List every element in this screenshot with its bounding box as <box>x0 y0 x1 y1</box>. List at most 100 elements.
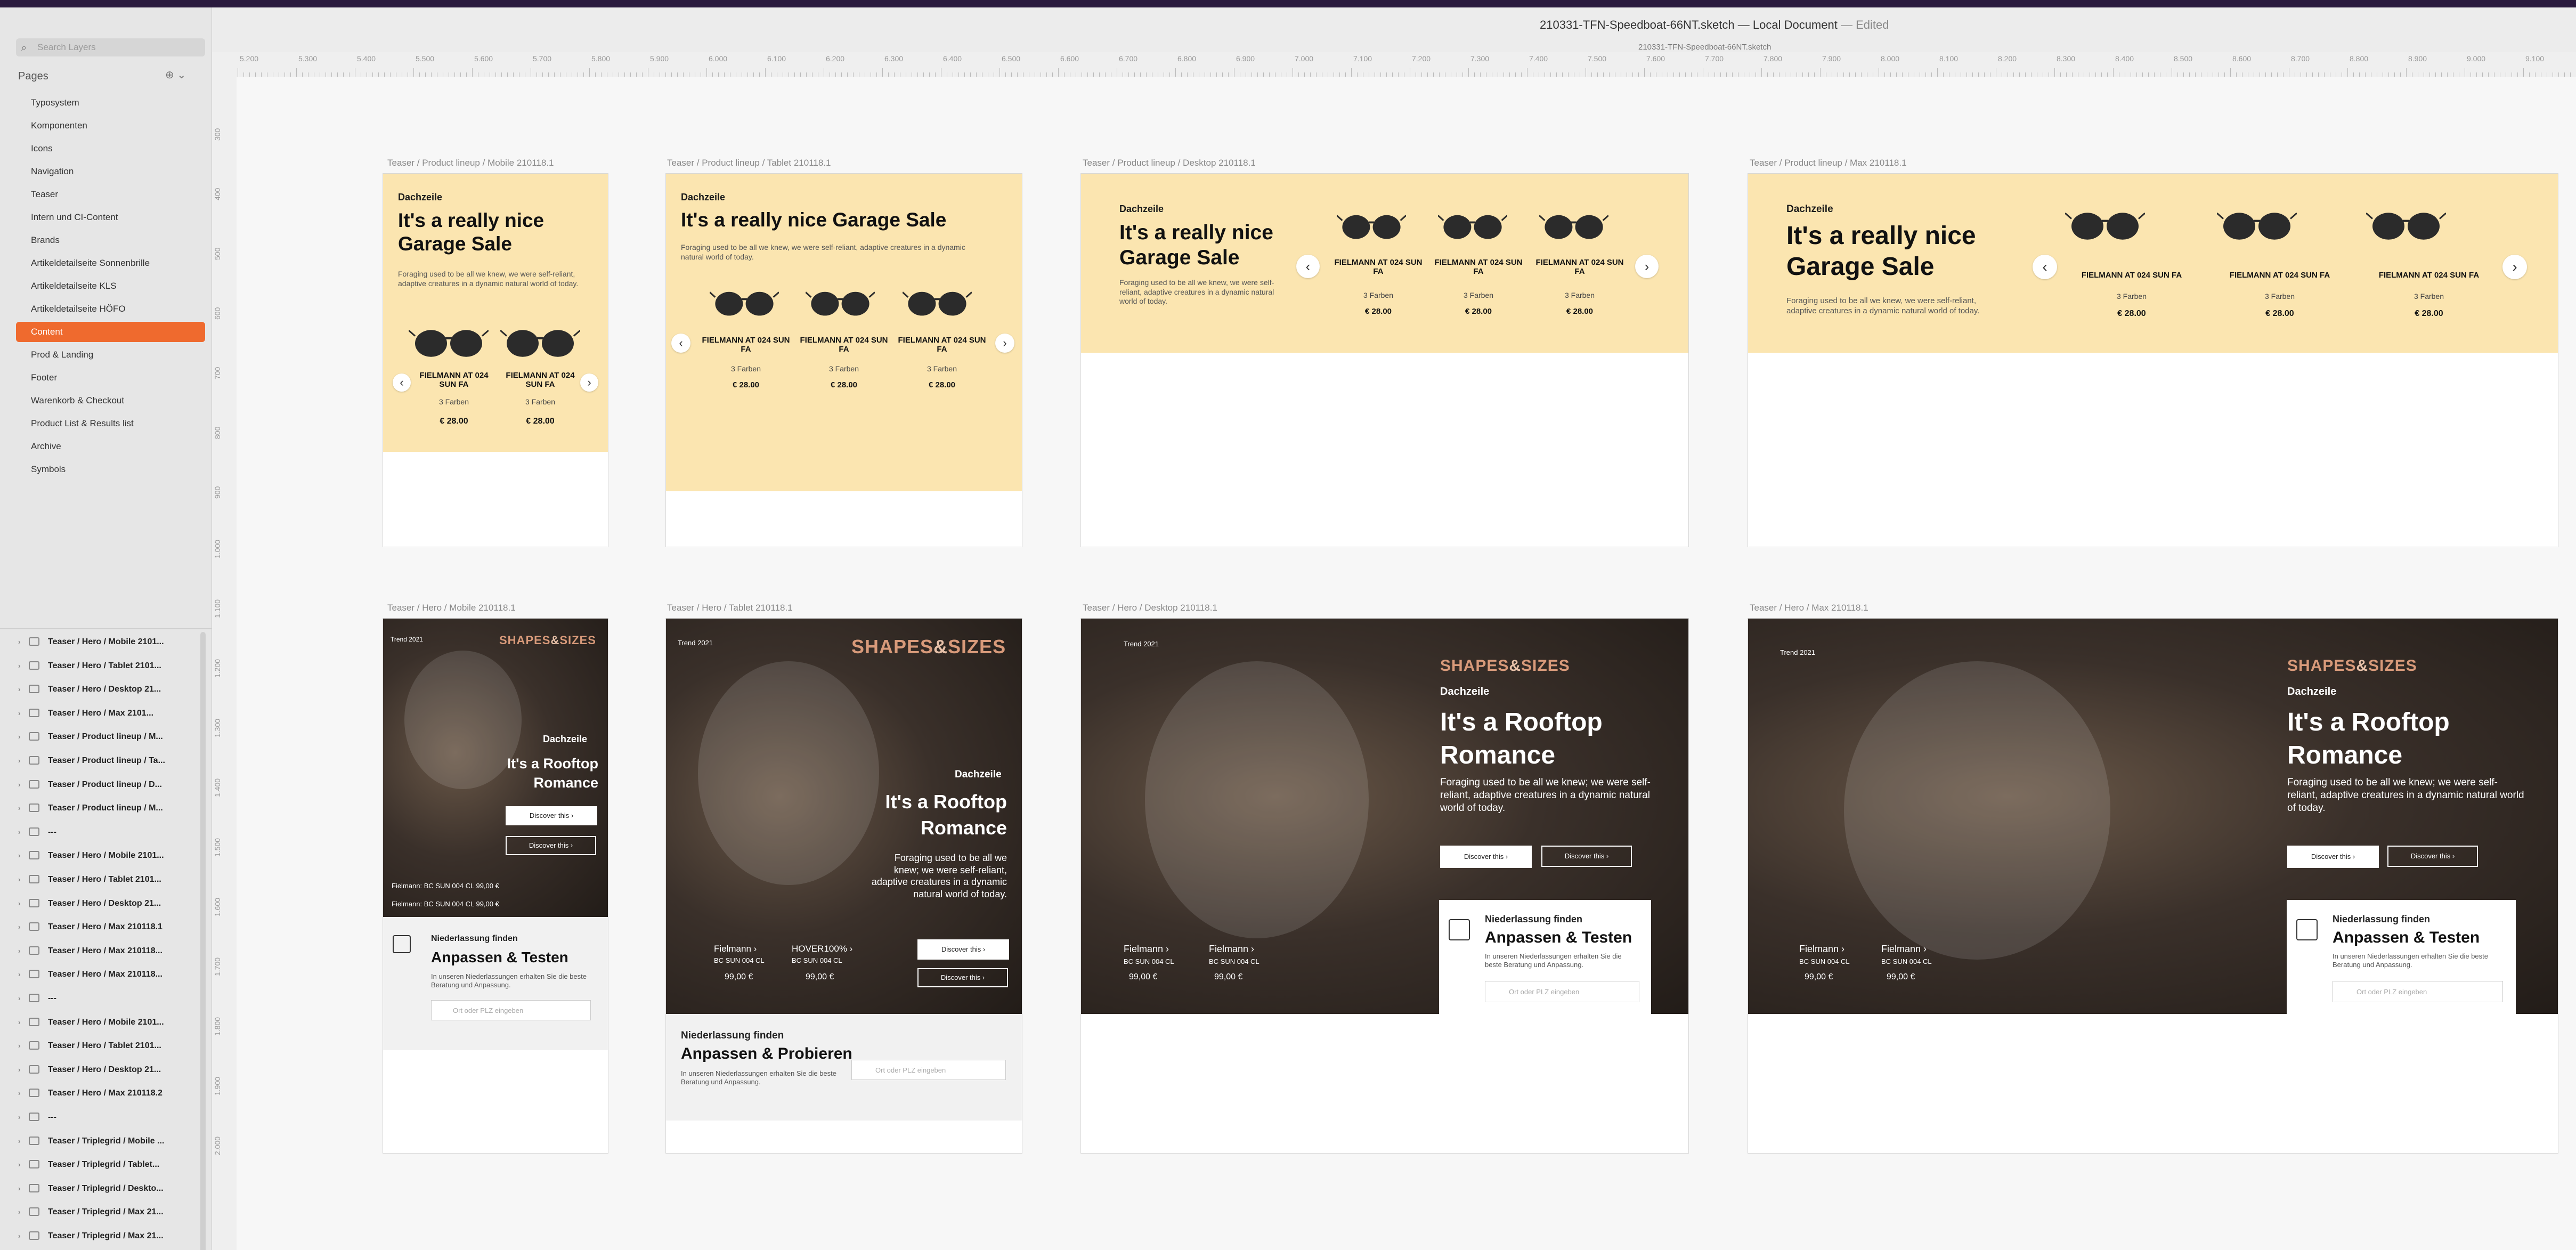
layer-item[interactable]: › Teaser / Hero / Mobile 2101... <box>11 1012 200 1034</box>
layer-item[interactable]: › Teaser / Product lineup / Ta... <box>11 751 200 772</box>
layer-item[interactable]: › Teaser / Triplegrid / Tablet... <box>11 1155 200 1176</box>
chevron-right-icon[interactable]: › <box>18 1066 20 1074</box>
carousel-prev-button[interactable]: ‹ <box>2033 255 2057 279</box>
fielmann-tag[interactable]: Fielmann › <box>1209 944 1254 955</box>
chevron-right-icon[interactable]: › <box>18 781 20 789</box>
location-search-input[interactable]: Ort oder PLZ eingeben <box>1485 981 1639 1002</box>
chevron-right-icon[interactable]: › <box>18 1160 20 1168</box>
carousel-next-button[interactable]: › <box>1635 255 1659 278</box>
layer-item[interactable]: › Teaser / Product lineup / M... <box>11 798 200 819</box>
artboard-label-lineup-desktop[interactable]: Teaser / Product lineup / Desktop 210118… <box>1083 158 1256 168</box>
artboard-label-hero-desktop[interactable]: Teaser / Hero / Desktop 210118.1 <box>1083 603 1217 613</box>
discover-secondary-button[interactable]: Discover this › <box>2387 846 2478 867</box>
artboard-lineup-max[interactable]: Dachzeile It's a really nice Garage Sale… <box>1748 174 2558 547</box>
layer-item[interactable]: › Teaser / Triplegrid / Max 21... <box>11 1226 200 1247</box>
layer-item[interactable]: › Teaser / Hero / Max 2101... <box>11 703 200 725</box>
chevron-right-icon[interactable]: › <box>18 1089 20 1097</box>
product-tag-2[interactable]: Fielmann: BC SUN 004 CL 99,00 € <box>392 900 499 908</box>
chevron-right-icon[interactable]: › <box>18 994 20 1002</box>
chevron-right-icon[interactable]: › <box>18 1113 20 1121</box>
page-item[interactable]: Footer <box>16 368 205 388</box>
page-item[interactable]: Artikeldetailseite Sonnenbrille <box>16 253 205 273</box>
layer-item[interactable]: › Teaser / Hero / Mobile 2101... <box>11 846 200 867</box>
artboard-hero-mobile[interactable]: Trend 2021 SHAPES&SIZES Dachzeile It's a… <box>383 619 608 1153</box>
chevron-right-icon[interactable]: › <box>18 709 20 717</box>
page-item[interactable]: Warenkorb & Checkout <box>16 391 205 411</box>
chevron-right-icon[interactable]: › <box>18 851 20 859</box>
fielmann-tag[interactable]: Fielmann › <box>1799 944 1844 955</box>
product-tag-1[interactable]: Fielmann: BC SUN 004 CL 99,00 € <box>392 882 499 890</box>
artboard-hero-tablet[interactable]: Trend 2021 SHAPES&SIZES Dachzeile It's a… <box>666 619 1022 1153</box>
fielmann-tag[interactable]: Fielmann › <box>1124 944 1169 955</box>
layer-search-field[interactable]: ⌕ Search Layers <box>16 38 205 56</box>
artboard-hero-max[interactable]: Trend 2021 SHAPES&SIZES Dachzeile It's a… <box>1748 619 2558 1153</box>
chevron-right-icon[interactable]: › <box>18 662 20 670</box>
chevron-right-icon[interactable]: › <box>18 828 20 836</box>
artboard-hero-desktop[interactable]: Trend 2021 SHAPES&SIZES Dachzeile It's a… <box>1081 619 1688 1153</box>
layer-item[interactable]: › Teaser / Triplegrid / Max 21... <box>11 1202 200 1223</box>
layer-item[interactable]: › Teaser / Hero / Max 210118... <box>11 964 200 986</box>
chevron-right-icon[interactable]: › <box>18 1042 20 1050</box>
carousel-next-button[interactable]: › <box>995 334 1014 353</box>
chevron-right-icon[interactable]: › <box>18 1018 20 1026</box>
artboard-label-hero-tablet[interactable]: Teaser / Hero / Tablet 210118.1 <box>667 603 793 613</box>
chevron-right-icon[interactable]: › <box>18 804 20 812</box>
discover-secondary-button[interactable]: Discover this › <box>917 968 1008 987</box>
layer-item[interactable]: › --- <box>11 1107 200 1129</box>
artboard-label-lineup-max[interactable]: Teaser / Product lineup / Max 210118.1 <box>1750 158 1907 168</box>
sidebar-scrollbar[interactable] <box>200 632 206 1250</box>
discover-button[interactable]: Discover this › <box>917 939 1009 960</box>
carousel-next-button[interactable]: › <box>580 374 598 392</box>
artboard-lineup-desktop[interactable]: Dachzeile It's a really nice Garage Sale… <box>1081 174 1688 547</box>
artboard-label-hero-max[interactable]: Teaser / Hero / Max 210118.1 <box>1750 603 1868 613</box>
fielmann-tag[interactable]: Fielmann › <box>714 944 757 954</box>
page-item[interactable]: Navigation <box>16 161 205 182</box>
artboard-lineup-tablet[interactable]: Dachzeile It's a really nice Garage Sale… <box>666 174 1022 547</box>
chevron-right-icon[interactable]: › <box>18 1137 20 1145</box>
layer-item[interactable]: › Teaser / Hero / Max 210118... <box>11 941 200 962</box>
location-search-input[interactable]: Ort oder PLZ eingeben <box>2333 981 2503 1002</box>
layer-item[interactable]: › Teaser / Hero / Tablet 2101... <box>11 1036 200 1057</box>
page-item[interactable]: Archive <box>16 436 205 457</box>
layer-item[interactable]: › Teaser / Hero / Tablet 2101... <box>11 870 200 891</box>
chevron-right-icon[interactable]: › <box>18 1184 20 1192</box>
layer-item[interactable]: › Teaser / Hero / Max 210118.2 <box>11 1083 200 1105</box>
fielmann-tag[interactable]: Fielmann › <box>1881 944 1927 955</box>
chevron-right-icon[interactable]: › <box>18 1208 20 1216</box>
discover-button[interactable]: Discover this › <box>506 806 597 825</box>
canvas[interactable]: Teaser / Product lineup / Mobile 210118.… <box>237 77 2576 1250</box>
page-item[interactable]: Brands <box>16 230 205 250</box>
layer-item[interactable]: › Teaser / Product lineup / D... <box>11 775 200 796</box>
layer-item[interactable]: › Teaser / Hero / Desktop 21... <box>11 1060 200 1081</box>
layer-item[interactable]: › Teaser / Hero / Tablet 2101... <box>11 656 200 677</box>
layer-item[interactable]: › Teaser / Product lineup / M... <box>11 727 200 748</box>
location-search-input[interactable]: Ort oder PLZ eingeben <box>851 1060 1006 1080</box>
page-item[interactable]: Intern und CI-Content <box>16 207 205 228</box>
discover-button[interactable]: Discover this › <box>1440 846 1532 868</box>
chevron-right-icon[interactable]: › <box>18 899 20 907</box>
layer-item[interactable]: › Teaser / Hero / Desktop 21... <box>11 679 200 701</box>
page-item[interactable]: Symbols <box>16 459 205 480</box>
layer-item[interactable]: › --- <box>11 822 200 843</box>
page-item[interactable]: Typosystem <box>16 93 205 113</box>
artboard-label-lineup-tablet[interactable]: Teaser / Product lineup / Tablet 210118.… <box>667 158 831 168</box>
chevron-right-icon[interactable]: › <box>18 1232 20 1240</box>
chevron-right-icon[interactable]: › <box>18 685 20 693</box>
discover-secondary-button[interactable]: Discover this › <box>506 836 596 855</box>
layer-item[interactable]: › Teaser / Hero / Desktop 21... <box>11 894 200 915</box>
layer-item[interactable]: › Teaser / Triplegrid / Mobile ... <box>11 1131 200 1152</box>
chevron-right-icon[interactable]: › <box>18 733 20 741</box>
carousel-prev-button[interactable]: ‹ <box>1296 255 1320 278</box>
add-page-icon[interactable]: ⊕ ⌄ <box>165 68 186 82</box>
artboard-label-lineup-mobile[interactable]: Teaser / Product lineup / Mobile 210118.… <box>387 158 554 168</box>
page-item[interactable]: Komponenten <box>16 116 205 136</box>
chevron-right-icon[interactable]: › <box>18 923 20 931</box>
chevron-right-icon[interactable]: › <box>18 970 20 978</box>
page-item[interactable]: Artikeldetailseite HÖFO <box>16 299 205 319</box>
page-item[interactable]: Content <box>16 322 205 342</box>
carousel-prev-button[interactable]: ‹ <box>393 374 411 392</box>
layer-item[interactable]: › Teaser / Hero / Max 210118.1 <box>11 917 200 938</box>
discover-button[interactable]: Discover this › <box>2287 846 2379 868</box>
layer-item[interactable]: › Teaser / Hero / Mobile 2101... <box>11 632 200 653</box>
chevron-right-icon[interactable]: › <box>18 875 20 883</box>
